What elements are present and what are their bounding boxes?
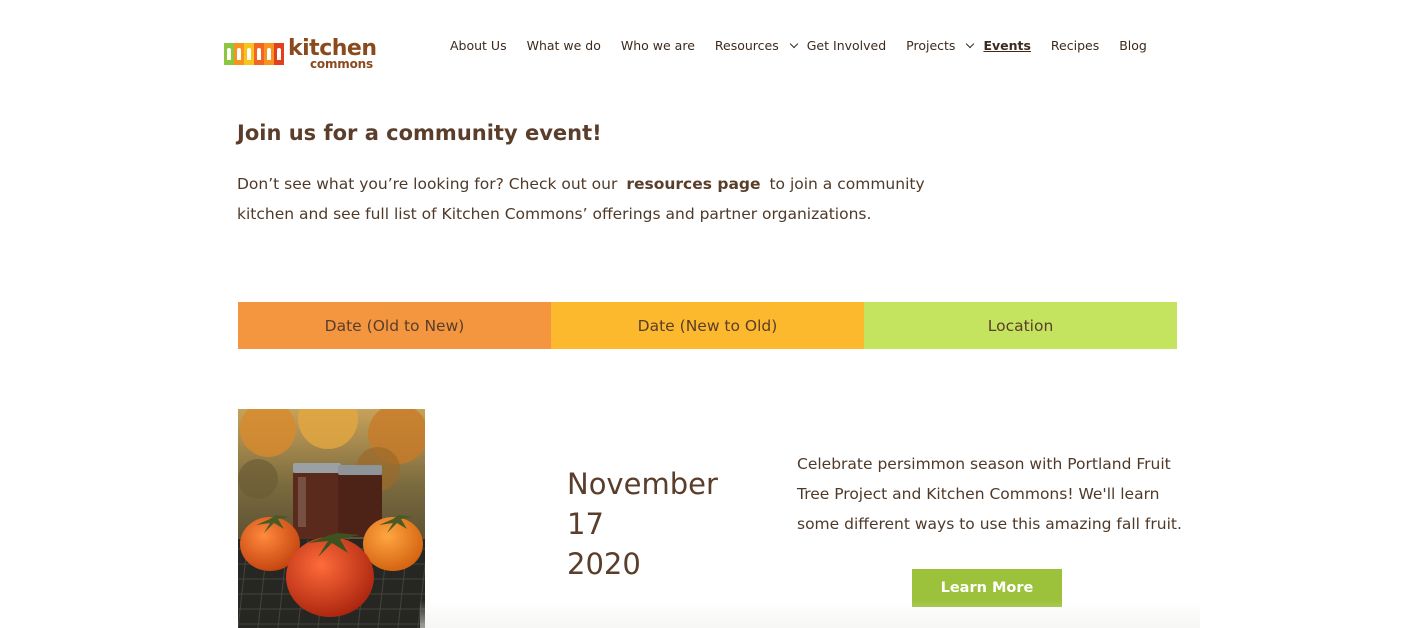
nav-label: Events (983, 38, 1031, 53)
nav-who-we-are[interactable]: Who we are (621, 38, 695, 53)
nav-recipes[interactable]: Recipes (1051, 38, 1099, 53)
main-nav: About Us What we do Who we are Resources… (450, 38, 1167, 53)
intro-text-before: Don’t see what you’re looking for? Check… (237, 175, 618, 193)
nav-label: What we do (526, 38, 601, 53)
event-description: Celebrate persimmon season with Portland… (797, 455, 1182, 533)
nav-what-we-do[interactable]: What we do (527, 38, 601, 53)
sort-tabs: Date (Old to New) Date (New to Old) Loca… (238, 302, 1177, 349)
card-bottom-shadow (420, 600, 1200, 628)
logo-utensil-stripes (224, 43, 284, 65)
nav-label: Blog (1119, 38, 1147, 53)
sort-date-old-to-new[interactable]: Date (Old to New) (238, 302, 551, 349)
nav-blog[interactable]: Blog (1119, 38, 1147, 53)
nav-label: Resources (714, 38, 779, 53)
nav-events[interactable]: Events (983, 38, 1030, 53)
event-year: 2020 (567, 547, 641, 581)
intro-paragraph: Don’t see what you’re looking for? Check… (237, 169, 957, 229)
sort-date-new-to-old[interactable]: Date (New to Old) (551, 302, 864, 349)
site-logo[interactable]: kitchen commons (224, 36, 377, 72)
chevron-down-icon[interactable] (789, 39, 798, 49)
event-date: November 17 2020 (567, 464, 718, 584)
chevron-down-icon[interactable] (966, 39, 975, 49)
nav-label: Who we are (620, 38, 695, 53)
nav-label: Get Involved (806, 38, 887, 53)
nav-label: Recipes (1050, 38, 1100, 53)
event-image[interactable] (238, 409, 425, 628)
sort-location[interactable]: Location (864, 302, 1177, 349)
nav-get-involved[interactable]: Get Involved (807, 38, 886, 53)
nav-about-us[interactable]: About Us (450, 38, 507, 53)
event-day: 17 (567, 507, 604, 541)
learn-more-button[interactable]: Learn More (912, 569, 1062, 607)
nav-label: Projects (906, 38, 956, 53)
page-heading: Join us for a community event! (237, 121, 602, 145)
resources-page-link[interactable]: resources page (626, 175, 760, 193)
logo-line2: commons (310, 57, 373, 71)
nav-label: About Us (450, 38, 507, 53)
nav-resources[interactable]: Resources (714, 38, 798, 53)
event-month: November (567, 467, 718, 501)
nav-projects[interactable]: Projects (906, 38, 975, 53)
logo-wordmark: kitchen commons (288, 38, 377, 71)
